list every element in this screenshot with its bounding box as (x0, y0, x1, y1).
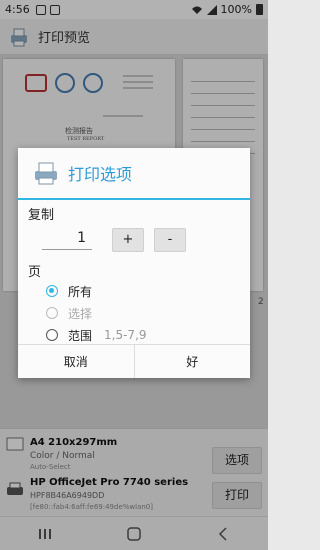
copies-row: 1 + - (18, 223, 250, 257)
dialog-title: 打印选项 (68, 165, 133, 184)
radio-selection-indicator (46, 307, 58, 319)
radio-all-label: 所有 (68, 284, 93, 299)
radio-range-label: 范围 (68, 328, 93, 343)
radio-selection: 选择 (18, 302, 250, 324)
radio-range-indicator[interactable] (46, 329, 58, 341)
copies-decrement-button[interactable]: - (154, 228, 186, 252)
print-options-dialog: 打印选项 复制 1 + - 页 所有 选择 范围 1,5-7,9 取消 好 (18, 148, 250, 378)
radio-range[interactable]: 范围 1,5-7,9 (18, 324, 250, 346)
dialog-footer: 取消 好 (18, 344, 250, 378)
radio-all-indicator[interactable] (46, 285, 58, 297)
radio-selection-label: 选择 (68, 306, 93, 321)
copies-increment-button[interactable]: + (112, 228, 144, 252)
radio-all-pages[interactable]: 所有 (18, 280, 250, 302)
copies-label: 复制 (28, 208, 55, 223)
pages-label: 页 (28, 265, 42, 280)
dialog-header: 打印选项 (18, 148, 250, 200)
ok-button[interactable]: 好 (135, 345, 251, 378)
page-range-input[interactable]: 1,5-7,9 (100, 325, 241, 345)
copies-input[interactable]: 1 (42, 230, 92, 250)
printer-dialog-icon (35, 162, 57, 185)
cancel-button[interactable]: 取消 (18, 345, 135, 378)
